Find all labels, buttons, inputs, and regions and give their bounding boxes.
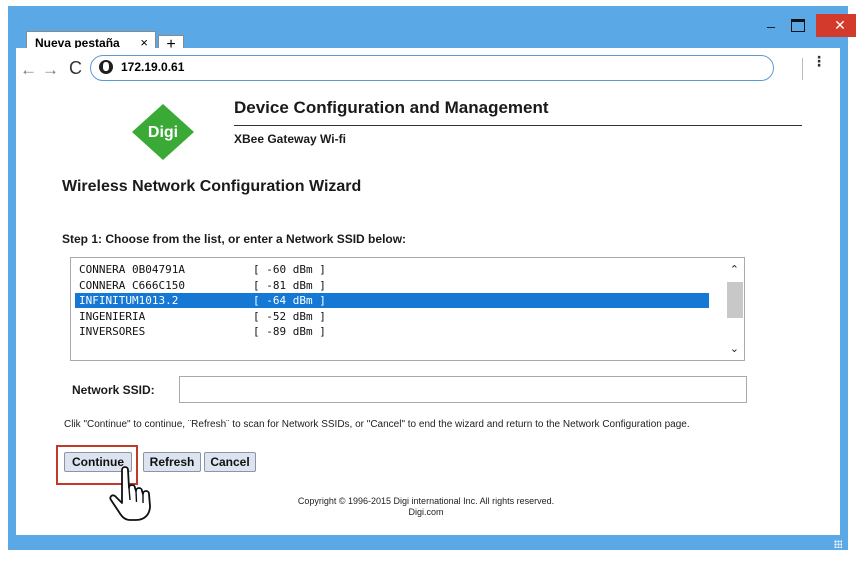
reload-icon[interactable]: C [69,58,82,79]
ssid-name: INVERSORES [79,325,146,338]
scroll-down-icon[interactable]: ⌄ [730,342,739,355]
ssid-list-item[interactable]: INVERSORES [ -89 dBm ] [75,324,709,339]
ssid-signal: [ -60 dBm ] [253,263,326,276]
header-divider [234,125,802,126]
url-text: 172.19.0.61 [121,60,185,74]
digi-logo: Digi [132,104,194,160]
ssid-name: CONNERA 0B04791A [79,263,185,276]
ssid-signal: [ -64 dBm ] [253,294,326,307]
scroll-up-icon[interactable]: ⌃ [730,263,739,276]
ssid-signal: [ -52 dBm ] [253,309,326,323]
ssid-signal: [ -81 dBm ] [253,278,326,292]
page-content: Digi Device Configuration and Management… [16,90,840,535]
copyright-footer: Copyright © 1996-2015 Digi international… [216,496,636,518]
ssid-name: INFINITUM1013.2 [79,294,179,307]
cancel-button[interactable]: Cancel [204,452,256,472]
menu-icon[interactable]: ⋮ [812,54,826,68]
help-text: Clik "Continue" to continue, ¨Refresh¨ t… [64,419,690,430]
ssid-name: CONNERA C666C150 [79,278,185,292]
ssid-list-item[interactable]: CONNERA C666C150 [ -81 dBm ] [75,278,709,293]
logo-text: Digi [148,124,178,141]
ssid-list-item[interactable]: INFINITUM1013.2 [ -64 dBm ] [75,293,709,308]
address-bar[interactable]: 172.19.0.61 [90,55,774,81]
ssid-name: INGENIERIA [79,309,146,323]
minimize-icon[interactable]: _ [764,12,778,28]
network-ssid-input[interactable] [179,376,747,403]
copyright-text: Copyright © 1996-2015 Digi international… [297,496,555,506]
ssid-listbox[interactable]: ⌃ ⌄ CONNERA 0B04791A [ -60 dBm ] CONNERA C… [70,257,745,361]
globe-icon [99,60,113,74]
scrollbar-thumb[interactable] [727,282,743,318]
forward-arrow-icon[interactable]: → [42,60,59,80]
toolbar-divider [802,58,803,80]
ssid-list-item[interactable]: INGENIERIA [ -52 dBm ] [75,309,709,324]
maximize-icon[interactable] [791,19,805,32]
window-close-button[interactable]: ✕ [816,14,856,37]
browser-toolbar: ← → C 172.19.0.61 ⋮ [16,48,840,90]
site-link[interactable]: Digi.com [216,507,636,518]
ssid-list-item[interactable]: CONNERA 0B04791A [ -60 dBm ] [75,262,709,277]
resize-grip-icon[interactable] [834,540,842,548]
page-title: Device Configuration and Management [234,98,549,117]
network-ssid-label: Network SSID: [72,383,155,397]
ssid-signal: [ -89 dBm ] [253,325,326,338]
pointer-hand-icon [109,466,151,521]
step-label: Step 1: Choose from the list, or enter a… [62,232,407,246]
back-arrow-icon[interactable]: ← [20,60,37,80]
page-subtitle: XBee Gateway Wi-fi [234,132,346,146]
wizard-title: Wireless Network Configuration Wizard [62,178,362,195]
